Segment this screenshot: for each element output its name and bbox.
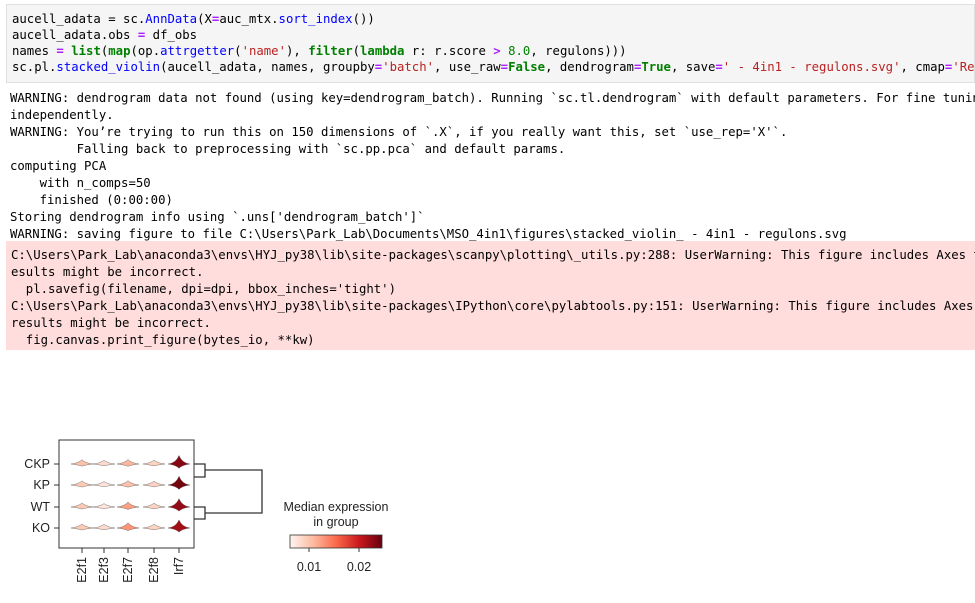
colorbar-tick-label: 0.01 (297, 560, 321, 574)
violin-mark (167, 475, 191, 490)
y-tick-label: KP (33, 478, 50, 492)
colorbar-tick-label: 0.02 (347, 560, 371, 574)
stacked-violin-plot: CKP KP WT KO E2f1 E2f3 E2f7 E2f8 Irf7 Median ex… (24, 439, 389, 583)
violin-mark (70, 502, 94, 510)
code-line-3: names = list(map(op.attrgetter('name'), … (12, 44, 627, 58)
code-cell[interactable]: aucell_adata = sc.AnnData(X=auc_mtx.sort… (6, 4, 975, 83)
violin-mark (116, 501, 140, 510)
violin-mark (167, 498, 191, 512)
dendrogram-branch (194, 463, 206, 478)
x-tick-label: Irf7 (172, 557, 186, 575)
violin-mark (116, 459, 140, 467)
x-tick-label: E2f3 (97, 557, 111, 583)
output-line: computing PCA (10, 159, 107, 173)
violin-mark (70, 480, 94, 488)
violin-mark (116, 480, 140, 488)
x-tick-label: E2f8 (147, 557, 161, 583)
code-line-1: aucell_adata = sc.AnnData(X=auc_mtx.sort… (12, 12, 375, 26)
dendrogram (194, 463, 263, 520)
output-line: independently. (10, 108, 114, 122)
stderr-line: pl.savefig(filename, dpi=dpi, bbox_inche… (11, 282, 396, 296)
violin-mark (70, 459, 94, 467)
x-tick-label: E2f7 (121, 557, 135, 583)
violin-mark (116, 522, 140, 531)
violin-mark (167, 454, 191, 469)
colorbar-title-1: Median expression (284, 500, 389, 514)
code-line-4: sc.pl.stacked_violin(aucell_adata, names… (12, 60, 975, 74)
violin-mark (142, 523, 166, 531)
output-line: finished (0:00:00) (10, 193, 173, 207)
stderr-output: C:\Users\Park_Lab\anaconda3\envs\HYJ_py3… (6, 241, 975, 350)
code-line-2: aucell_adata.obs = df_obs (12, 28, 198, 42)
dendrogram-branch (194, 506, 206, 520)
violin-mark (142, 502, 166, 510)
output-line: Falling back to preprocessing with `sc.p… (10, 142, 566, 156)
violin-group (70, 454, 191, 533)
colorbar (289, 534, 383, 549)
output-line: with n_comps=50 (10, 176, 151, 190)
y-tick-labels: CKP KP WT KO (24, 457, 59, 535)
x-tick-labels: E2f1 E2f3 E2f7 E2f8 Irf7 (75, 548, 186, 583)
violin-mark (70, 523, 94, 531)
x-tick-label: E2f1 (75, 557, 89, 583)
output-line: Storing dendrogram info using `.uns['den… (10, 210, 425, 224)
y-tick-label: CKP (24, 457, 50, 471)
stderr-line: fig.canvas.print_figure(bytes_io, **kw) (11, 333, 315, 347)
stderr-line: C:\Users\Park_Lab\anaconda3\envs\HYJ_py3… (11, 248, 975, 262)
output-line: WARNING: dendrogram data not found (usin… (10, 91, 975, 105)
colorbar-title-2: in group (313, 515, 358, 529)
stderr-line: esults might be incorrect. (11, 265, 204, 279)
plot-frame (58, 439, 195, 549)
violin-mark (142, 459, 166, 467)
violin-mark (92, 460, 116, 467)
violin-mark (92, 503, 116, 509)
dendrogram-branch (205, 469, 263, 514)
stderr-line: results might be incorrect. (11, 316, 211, 330)
violin-mark (92, 481, 116, 487)
y-tick-label: KO (32, 521, 50, 535)
output-line: WARNING: You’re trying to run this on 15… (10, 125, 788, 139)
violin-mark (142, 480, 166, 488)
y-tick-label: WT (31, 500, 51, 514)
violin-mark (92, 524, 116, 531)
violin-mark (167, 519, 191, 533)
stderr-line: C:\Users\Park_Lab\anaconda3\envs\HYJ_py3… (11, 299, 975, 313)
